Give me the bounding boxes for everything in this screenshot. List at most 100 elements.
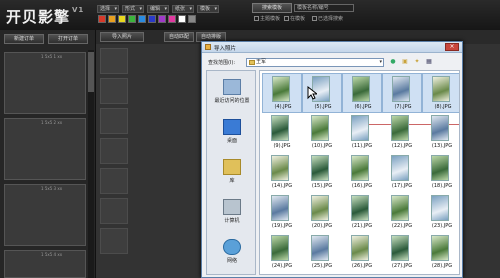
file-item[interactable]: (28).JPG [422, 233, 459, 273]
scrollbar-thumb[interactable] [88, 52, 94, 92]
color-swatch[interactable] [138, 15, 146, 23]
file-item[interactable]: (7).JPG [382, 73, 422, 113]
photo-slot[interactable] [100, 138, 128, 164]
file-item[interactable]: (10).JPG [302, 113, 342, 153]
place-item[interactable]: 最近访问的位置 [207, 75, 257, 113]
file-item[interactable]: (27).JPG [382, 233, 422, 273]
in-template-option[interactable]: 在模板 [284, 16, 305, 23]
form-dropdown[interactable]: 形式 [122, 5, 144, 13]
color-swatch[interactable] [108, 15, 116, 23]
order-thumbnail[interactable]: 1 5x5 3 xx [4, 184, 86, 246]
photo-thumbnail [351, 155, 369, 181]
photo-thumbnail [431, 195, 449, 221]
file-item[interactable]: (14).JPG [262, 153, 302, 193]
dialog-title: 导入照片 [214, 46, 237, 52]
file-name: (7).JPG [394, 104, 412, 110]
file-list[interactable]: (4).JPG (5).JPG (6).JPG (7).JPG (8).JPG (9).J… [259, 70, 460, 275]
color-swatch[interactable] [168, 15, 176, 23]
color-swatch[interactable] [118, 15, 126, 23]
in-template-checkbox[interactable] [284, 16, 289, 21]
file-item[interactable]: (19).JPG [262, 193, 302, 233]
up-folder-icon[interactable]: ▣ [400, 58, 410, 67]
place-label: 网络 [226, 258, 237, 264]
photo-slot[interactable] [100, 228, 128, 254]
file-item[interactable]: (21).JPG [342, 193, 382, 233]
color-swatch[interactable] [128, 15, 136, 23]
file-name: (4).JPG [274, 104, 292, 110]
file-item[interactable]: (25).JPG [302, 233, 342, 273]
auto-match-button[interactable]: 自动匹配 [164, 32, 194, 42]
file-item[interactable]: (15).JPG [302, 153, 342, 193]
file-name: (9).JPG [273, 143, 291, 149]
paper-dropdown[interactable]: 纸张 [172, 5, 194, 13]
file-item[interactable]: (20).JPG [302, 193, 342, 233]
color-swatch[interactable] [98, 15, 106, 23]
file-item[interactable]: (24).JPG [262, 233, 302, 273]
mouse-cursor-icon [307, 86, 317, 100]
file-item[interactable]: (23).JPG [422, 193, 459, 233]
edit-dropdown[interactable]: 编辑 [147, 5, 169, 13]
photo-slot[interactable] [100, 198, 128, 224]
color-swatch[interactable] [158, 15, 166, 23]
photo-thumbnail [271, 195, 289, 221]
photo-slot[interactable] [100, 78, 128, 104]
theme-template-label: 主题模板 [260, 16, 281, 22]
file-name: (28).JPG [431, 263, 453, 269]
order-thumbnail[interactable]: 1 5x5 4 xx [4, 250, 86, 278]
photo-slot[interactable] [100, 168, 128, 194]
place-item[interactable]: 库 [207, 155, 257, 193]
selected-search-label: 已选择搜索 [318, 16, 344, 22]
left-scrollbar[interactable] [88, 50, 94, 278]
file-item[interactable]: (18).JPG [422, 153, 459, 193]
file-item[interactable]: (13).JPG [422, 113, 459, 153]
file-name: (5).JPG [314, 104, 332, 110]
place-label: 桌面 [226, 138, 237, 144]
place-item[interactable]: 桌面 [207, 115, 257, 153]
file-item[interactable]: (9).JPG [262, 113, 302, 153]
file-item[interactable]: (16).JPG [342, 153, 382, 193]
file-item[interactable]: (4).JPG [262, 73, 302, 113]
file-item[interactable]: (22).JPG [382, 193, 422, 233]
photo-slot[interactable] [100, 108, 128, 134]
place-item[interactable]: 网络 [207, 235, 257, 273]
dialog-titlebar[interactable]: 导入照片 × [202, 42, 462, 53]
file-name: (20).JPG [311, 223, 333, 229]
template-dropdown[interactable]: 模板 [197, 5, 219, 13]
file-item[interactable]: (26).JPG [342, 233, 382, 273]
place-item[interactable]: 计算机 [207, 195, 257, 233]
open-order-button[interactable]: 打开订单 [48, 34, 88, 44]
photo-thumbnail [351, 115, 369, 141]
photo-slot[interactable] [100, 48, 128, 74]
selected-search-option[interactable]: 已选择搜索 [312, 16, 343, 23]
import-photos-button[interactable]: 导入照片 [100, 32, 144, 42]
look-in-dropdown[interactable]: 王军 ▾ [246, 58, 384, 67]
new-folder-icon[interactable]: ✦ [412, 58, 422, 67]
order-thumbnail[interactable]: 1 5x5 2 xx [4, 118, 86, 180]
file-item[interactable]: (6).JPG [342, 73, 382, 113]
close-button[interactable]: × [445, 43, 459, 51]
theme-template-checkbox[interactable] [254, 16, 259, 21]
view-menu-icon[interactable]: ▦ [424, 58, 434, 67]
photo-thumbnail [271, 115, 289, 141]
color-swatch[interactable] [188, 15, 196, 23]
theme-template-option[interactable]: 主题模板 [254, 16, 280, 23]
color-swatch[interactable] [178, 15, 186, 23]
place-label: 库 [229, 178, 235, 184]
order-thumbnail[interactable]: 1 5x5 1 xx [4, 52, 86, 114]
back-icon[interactable]: ● [388, 58, 398, 67]
photo-thumbnail [431, 235, 449, 261]
file-item[interactable]: (11).JPG [342, 113, 382, 153]
search-template-button[interactable]: 搜索模板 [252, 3, 292, 13]
file-item[interactable]: (8).JPG [422, 73, 459, 113]
new-order-button[interactable]: 新建订单 [4, 34, 44, 44]
color-swatch[interactable] [148, 15, 156, 23]
template-search-input[interactable]: 模板名称/编号 [294, 4, 354, 12]
file-item[interactable]: (17).JPG [382, 153, 422, 193]
selected-search-checkbox[interactable] [312, 16, 317, 21]
file-name: (8).JPG [434, 104, 452, 110]
select-dropdown[interactable]: 选择 [97, 5, 119, 13]
file-name: (19).JPG [271, 223, 293, 229]
file-name: (12).JPG [391, 143, 413, 149]
file-item[interactable]: (12).JPG [382, 113, 422, 153]
file-name: (22).JPG [391, 223, 413, 229]
